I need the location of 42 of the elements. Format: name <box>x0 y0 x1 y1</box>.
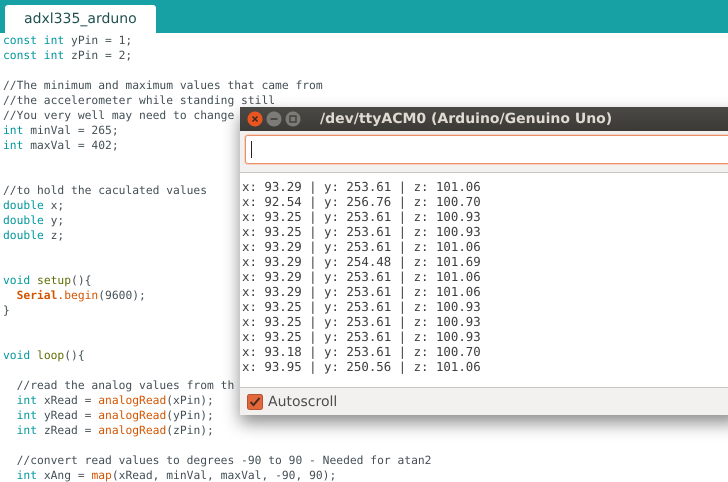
code-line: //convert read values to degrees -90 to 90 - Needed for atan2 <box>16 453 432 468</box>
output-line: x: 93.18 | y: 253.61 | z: 100.70 <box>241 344 481 359</box>
code-line: double x; <box>3 198 64 213</box>
output-line: x: 93.29 | y: 253.61 | z: 101.06 <box>241 269 481 284</box>
code-line: //read the analog values from th <box>16 378 234 393</box>
code-line: int minVal = 265; <box>3 123 119 138</box>
code-line: } <box>3 303 10 318</box>
maximize-icon[interactable] <box>285 111 301 127</box>
code-line: double y; <box>3 213 64 228</box>
close-icon[interactable] <box>247 111 263 127</box>
file-tab[interactable]: adxl335_arduno <box>5 5 156 33</box>
output-line: x: 93.25 | y: 253.61 | z: 100.93 <box>241 299 481 314</box>
output-line: x: 93.29 | y: 254.48 | z: 101.69 <box>241 254 481 269</box>
output-line: x: 93.25 | y: 253.61 | z: 100.93 <box>241 209 481 224</box>
code-line: void setup(){ <box>3 273 92 288</box>
code-line: //You very well may need to change <box>3 108 234 123</box>
code-line: int zRead = analogRead(zPin); <box>16 423 214 438</box>
code-line: //The minimum and maximum values that came from <box>3 78 323 93</box>
output-line: x: 93.29 | y: 253.61 | z: 101.06 <box>241 179 481 194</box>
code-line: const int zPin = 2; <box>3 48 132 63</box>
autoscroll-label[interactable]: Autoscroll <box>268 394 338 410</box>
code-line: //the accelerometer while standing still <box>3 93 276 108</box>
output-line: x: 93.25 | y: 253.61 | z: 100.93 <box>241 329 481 344</box>
code-line: //to hold the caculated values <box>3 183 208 198</box>
output-line: x: 93.25 | y: 253.61 | z: 100.93 <box>241 314 481 329</box>
code-line: int xAng = map(xRead, minVal, maxVal, -90, 90); <box>16 468 336 482</box>
code-line: int xRead = analogRead(xPin); <box>16 393 214 408</box>
output-line: x: 93.25 | y: 253.61 | z: 100.93 <box>241 224 481 239</box>
code-line: int maxVal = 402; <box>3 138 119 153</box>
code-line: int yRead = analogRead(yPin); <box>16 408 214 423</box>
code-line: Serial.begin(9600); <box>16 288 146 303</box>
output-line: x: 93.29 | y: 253.61 | z: 101.06 <box>241 239 481 254</box>
code-line: void loop(){ <box>3 348 85 363</box>
checkbox[interactable] <box>247 394 263 410</box>
window-title: /dev/ttyACM0 (Arduino/Genuino Uno) <box>320 111 612 127</box>
output-line: x: 93.29 | y: 253.61 | z: 101.06 <box>241 284 481 299</box>
minimize-icon[interactable] <box>266 111 282 127</box>
output-line: x: 92.54 | y: 256.76 | z: 100.70 <box>241 194 481 209</box>
code-line: double z; <box>3 228 64 243</box>
text-cursor <box>251 141 252 158</box>
code-line: const int yPin = 1; <box>3 33 132 48</box>
output-line: x: 93.95 | y: 250.56 | z: 101.06 <box>241 359 481 374</box>
